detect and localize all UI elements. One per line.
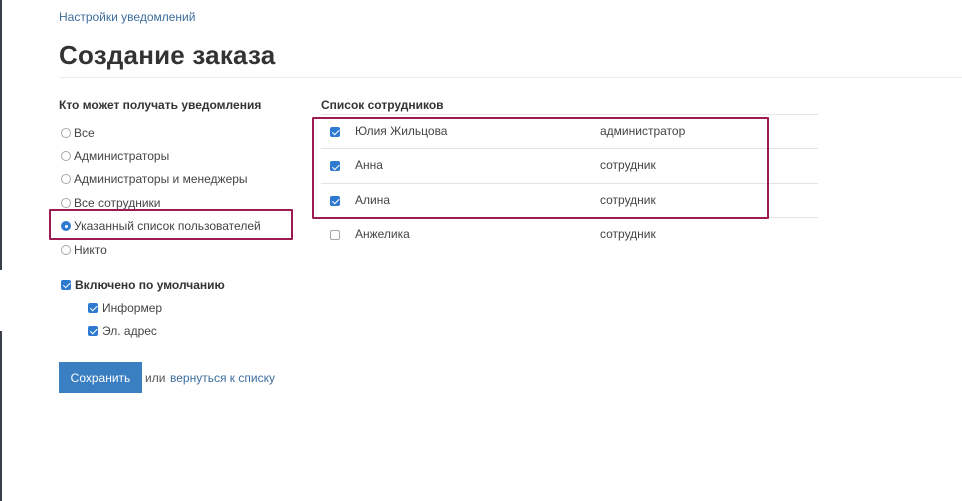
employee-name: Юлия Жильцова — [355, 124, 448, 138]
left-edge-bar — [0, 0, 2, 270]
radio-option-user-list[interactable]: Указанный список пользователей — [61, 215, 261, 238]
email-checkbox[interactable] — [88, 326, 98, 336]
employee-checkbox[interactable] — [330, 229, 340, 240]
informer-checkbox[interactable] — [88, 303, 98, 313]
or-text: или — [145, 371, 166, 385]
radio-label: Администраторы и менеджеры — [74, 172, 248, 187]
employee-name: Алина — [355, 192, 391, 207]
employee-checkbox[interactable] — [330, 127, 340, 137]
recipients-heading: Кто может получать уведомления — [59, 98, 262, 112]
enabled-by-default-checkbox[interactable] — [61, 280, 71, 290]
radio-label: Администраторы — [74, 149, 170, 164]
table-row: Юлия Жильцова администратор — [321, 114, 818, 148]
enabled-by-default-option[interactable]: Включено по умолчанию — [61, 278, 225, 292]
table-row: Анна сотрудник — [321, 148, 818, 182]
employee-checkbox[interactable] — [330, 195, 340, 206]
channel-option-informer[interactable]: Информер — [88, 301, 162, 315]
page-title: Создание заказа — [59, 40, 276, 70]
save-button[interactable]: Сохранить — [59, 362, 142, 393]
radio-option-admins[interactable]: Администраторы — [61, 144, 261, 167]
employee-name: Анжелика — [355, 226, 410, 241]
radio-label: Все сотрудники — [74, 195, 161, 210]
radio-button[interactable] — [61, 174, 71, 185]
left-edge-bar — [0, 331, 2, 501]
radio-button[interactable] — [61, 151, 71, 162]
table-row: Анжелика сотрудник — [321, 216, 818, 251]
employee-role: сотрудник — [600, 192, 656, 207]
breadcrumb-link[interactable]: Настройки уведомлений — [59, 10, 195, 24]
back-to-list-link[interactable]: вернуться к списку — [170, 371, 275, 385]
radio-label: Все — [74, 125, 95, 140]
recipients-radio-group: Все Администраторы Администраторы и мене… — [61, 121, 261, 261]
radio-option-nobody[interactable]: Никто — [61, 238, 261, 261]
radio-button[interactable] — [61, 244, 71, 255]
informer-label: Информер — [102, 301, 163, 315]
employee-role: администратор — [600, 124, 686, 138]
employee-role: сотрудник — [600, 226, 656, 241]
employee-table: Юлия Жильцова администратор Анна сотрудн… — [321, 114, 818, 251]
employees-heading: Список сотрудников — [321, 98, 444, 112]
table-row: Алина сотрудник — [321, 182, 818, 217]
title-divider — [59, 77, 962, 78]
employee-checkbox[interactable] — [330, 161, 340, 172]
radio-button[interactable] — [61, 197, 71, 208]
employee-name: Анна — [355, 158, 383, 173]
radio-option-admins-managers[interactable]: Администраторы и менеджеры — [61, 168, 261, 191]
radio-button-selected[interactable] — [61, 221, 71, 232]
radio-option-all-employees[interactable]: Все сотрудники — [61, 191, 261, 214]
enabled-by-default-label: Включено по умолчанию — [75, 278, 225, 292]
radio-button[interactable] — [61, 127, 71, 138]
employee-role: сотрудник — [600, 158, 656, 173]
radio-label: Указанный список пользователей — [74, 219, 261, 234]
email-label: Эл. адрес — [102, 324, 157, 338]
radio-label: Никто — [74, 242, 107, 257]
radio-option-all[interactable]: Все — [61, 121, 261, 144]
channel-option-email[interactable]: Эл. адрес — [88, 324, 157, 338]
